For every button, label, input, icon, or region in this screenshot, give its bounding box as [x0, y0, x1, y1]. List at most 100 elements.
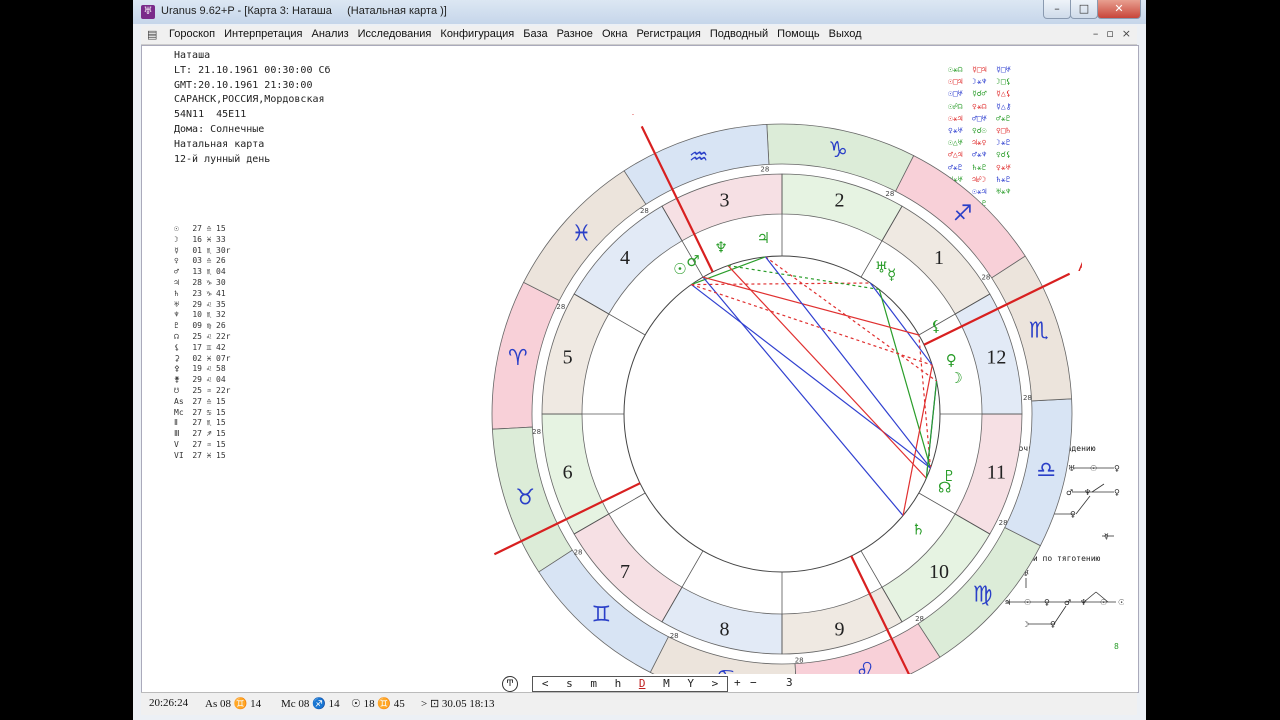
maximize-button[interactable]: □ [1070, 0, 1098, 19]
aspect-cell[interactable]: ☿△⚸ [996, 88, 1020, 100]
planet-row[interactable]: ♃ 28 ♑ 30 [174, 278, 240, 289]
sync-icon[interactable]: Ͳ [502, 676, 518, 692]
menu-item-4[interactable]: Конфигурация [440, 28, 514, 40]
planet-row[interactable]: ⚵ 29 ♌ 04 [174, 375, 240, 386]
zodiac-sign-7: ♎ [1036, 458, 1056, 483]
planet-minutes: 41 [216, 288, 226, 298]
menu-item-10[interactable]: Помощь [777, 28, 820, 40]
planet-row[interactable]: ☽ 16 ♓ 33 [174, 235, 240, 246]
planet-glyph-9[interactable]: ♄ [912, 520, 925, 538]
planet-row[interactable]: ☊ 25 ♌ 22r [174, 332, 240, 343]
status-bar: 20:26:24 As 08 ♊ 14 Mc 08 ♐ 14 ☉ 18 ♊ 45… [141, 692, 1137, 715]
aspect-cell[interactable]: ☽□⚸ [996, 76, 1020, 88]
planet-glyph: ♂ [174, 267, 179, 277]
planet-sign: ♌ [206, 375, 212, 385]
planet-row[interactable]: ☿ 01 ♏ 30r [174, 246, 240, 257]
time-step-D[interactable]: D [639, 677, 646, 691]
time-step-s[interactable]: s [566, 677, 573, 691]
close-button[interactable]: ✕ [1097, 0, 1141, 19]
aspect-cell[interactable]: ☽⚹♆ [972, 76, 996, 88]
planet-glyph-10[interactable]: ☽ [949, 369, 962, 387]
time-step-forward[interactable]: > [712, 677, 719, 691]
zodiac-sign-12: ♓ [571, 221, 591, 246]
aspect-cell[interactable]: ☉□♅ [948, 88, 972, 100]
time-step-M[interactable]: M [663, 677, 670, 691]
mdi-close-button[interactable]: × [1122, 27, 1131, 40]
cusp-degree-label: 28 [760, 166, 769, 174]
planet-glyph: V [174, 439, 179, 449]
planet-row[interactable]: V 27 ♒ 15 [174, 440, 240, 451]
time-step-h[interactable]: h [615, 677, 622, 691]
planet-glyph-4[interactable]: ♃ [757, 229, 770, 247]
menu-item-3[interactable]: Исследования [358, 28, 432, 40]
planet-row[interactable]: Ⅲ 27 ♐ 15 [174, 429, 240, 440]
planet-row[interactable]: VI 27 ♓ 15 [174, 451, 240, 462]
time-step-m[interactable]: m [590, 677, 597, 691]
aspect-cell[interactable]: ♀⚹☊ [972, 101, 996, 113]
title-bar[interactable]: ♅ Uranus 9.62+P - [Карта 3: Наташа (Ната… [133, 0, 1146, 24]
planet-row[interactable]: ♅ 29 ♌ 35 [174, 300, 240, 311]
planet-row[interactable]: ⚴ 19 ♌ 58 [174, 364, 240, 375]
house-number-6: 11 [987, 461, 1006, 483]
aspect-cell[interactable]: ☉⚹☊ [948, 64, 972, 76]
info-line: LT: 21.10.1961 00:30:00 Сб [174, 64, 331, 76]
aspect-cell[interactable]: ☿△⚷ [996, 101, 1020, 113]
planet-row[interactable]: As 27 ♎ 15 [174, 397, 240, 408]
aspect-cell[interactable]: ☿□♅ [996, 64, 1020, 76]
aspect-cell[interactable]: ☿□♃ [972, 64, 996, 76]
planet-glyph-1[interactable]: ☉ [673, 260, 686, 278]
aspect-cell[interactable]: ☉□♃ [948, 76, 972, 88]
menu-item-6[interactable]: Разное [557, 28, 593, 40]
svg-text:☉: ☉ [1100, 598, 1107, 607]
planet-minutes: 35 [216, 299, 226, 309]
chains-count: 8 [1114, 642, 1119, 651]
planet-glyph-6[interactable]: ☿ [887, 266, 896, 284]
svg-text:☉: ☉ [1118, 598, 1124, 607]
planet-row[interactable]: ♆ 10 ♏ 32 [174, 310, 240, 321]
planet-degree: 10 [192, 310, 202, 320]
planet-degree: 23 [192, 288, 202, 298]
planet-row[interactable]: ♂ 13 ♏ 04 [174, 267, 240, 278]
menu-item-8[interactable]: Регистрация [637, 28, 701, 40]
planet-row[interactable]: ☋ 25 ♒ 22r [174, 386, 240, 397]
menu-item-9[interactable]: Подводный [710, 28, 768, 40]
planet-row[interactable]: ⚸ 17 ♊ 42 [174, 343, 240, 354]
planet-row[interactable]: ⚳ 02 ♓ 07r [174, 354, 240, 365]
planet-row[interactable]: ☉ 27 ♎ 15 [174, 224, 240, 235]
planet-minutes: 30 [216, 277, 226, 287]
minimize-button[interactable]: – [1043, 0, 1071, 19]
mdi-minimize-button[interactable]: – [1093, 27, 1099, 40]
plus-button[interactable]: + [734, 676, 741, 689]
planet-minutes: 26 [216, 256, 226, 266]
menu-item-0[interactable]: Гороскоп [169, 28, 215, 40]
menu-item-1[interactable]: Интерпретация [224, 28, 302, 40]
document-icon[interactable]: ▤ [147, 28, 157, 41]
planet-sign: ♎ [206, 396, 212, 406]
time-step-back[interactable]: < [542, 677, 549, 691]
planet-glyph-2[interactable]: ♂ [686, 252, 699, 270]
planet-glyph-11[interactable]: ♀ [946, 351, 957, 369]
planet-row[interactable]: Mc 27 ♋ 15 [174, 408, 240, 419]
planet-row[interactable]: Ⅱ 27 ♏ 15 [174, 418, 240, 429]
planet-glyph-8[interactable]: ☊ [938, 478, 951, 496]
house-number-3: 8 [720, 618, 730, 640]
aspect-cell[interactable]: ☿☌♂ [972, 88, 996, 100]
planet-glyph-12[interactable]: ⚸ [931, 317, 942, 335]
mdi-restore-button[interactable]: ▫ [1106, 27, 1113, 40]
menu-item-2[interactable]: Анализ [312, 28, 349, 40]
natal-chart-wheel[interactable]: ♈ ♉ ♊ ♋ ♌ ♍ ♎ ♏ ♐ ♑ ♒ ♓ 6 28 7 28 8 28 9 28 10 28 11 28 12 28 1 28 2… [482, 114, 1082, 674]
aspect-cell[interactable]: ☉☍☊ [948, 101, 972, 113]
time-step-Y[interactable]: Y [687, 677, 694, 691]
menu-item-11[interactable]: Выход [829, 28, 862, 40]
minus-button[interactable]: − [750, 676, 757, 689]
planet-row[interactable]: ♀ 03 ♎ 26 [174, 256, 240, 267]
planet-row[interactable]: ♇ 09 ♍ 26 [174, 321, 240, 332]
planet-sign: ♑ [206, 288, 212, 298]
planet-degree: 19 [192, 364, 202, 374]
cusp-degree-label: 28 [556, 303, 565, 311]
planet-glyph: ⚵ [174, 375, 180, 385]
planet-glyph-3[interactable]: ♆ [714, 239, 727, 257]
planet-row[interactable]: ♄ 23 ♑ 41 [174, 289, 240, 300]
menu-item-7[interactable]: Окна [602, 28, 628, 40]
menu-item-5[interactable]: База [523, 28, 547, 40]
